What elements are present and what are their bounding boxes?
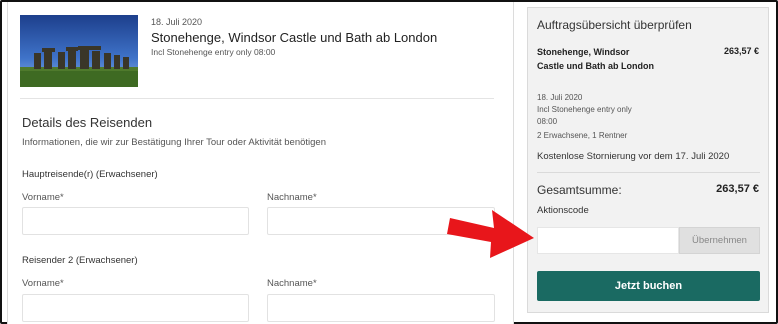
divider: [537, 172, 760, 173]
total-value: 263,57 €: [716, 183, 759, 195]
traveler-1-first-name-label: Vorname*: [22, 192, 64, 203]
total-label: Gesamtsumme:: [537, 183, 622, 197]
traveler-details-title: Details des Reisenden: [22, 115, 153, 130]
traveler-1-last-name-label: Nachname*: [267, 192, 317, 203]
order-summary-heading: Auftragsübersicht überprüfen: [537, 18, 692, 32]
promo-code-input[interactable]: [537, 227, 679, 254]
red-arrow-annotation-icon: [444, 200, 536, 271]
traveler-details-description: Informationen, die wir zur Bestätigung I…: [22, 137, 326, 148]
summary-date: 18. Juli 2020: [537, 93, 583, 102]
tour-thumbnail: [20, 15, 138, 87]
apply-promo-button[interactable]: Übernehmen: [679, 227, 760, 254]
traveler-2-first-name-label: Vorname*: [22, 278, 64, 289]
traveler-2-label: Reisender 2 (Erwachsener): [22, 255, 138, 266]
summary-cancellation: Kostenlose Stornierung vor dem 17. Juli …: [537, 151, 730, 162]
summary-option-line-1: Incl Stonehenge entry only: [537, 105, 632, 114]
summary-participants: 2 Erwachsene, 1 Rentner: [537, 131, 628, 140]
traveler-2-first-name-input[interactable]: [22, 294, 249, 322]
traveler-1-first-name-input[interactable]: [22, 207, 249, 235]
book-now-button[interactable]: Jetzt buchen: [537, 271, 760, 301]
traveler-2-last-name-label: Nachname*: [267, 278, 317, 289]
summary-option-line-2: 08:00: [537, 117, 558, 126]
divider: [20, 98, 494, 99]
traveler-1-label: Hauptreisende(r) (Erwachsener): [22, 169, 158, 180]
promo-code-label: Aktionscode: [537, 205, 589, 216]
tour-details-card: 18. Juli 2020 Stonehenge, Windsor Castle…: [7, 2, 514, 324]
summary-tour-price: 263,57 €: [723, 46, 759, 56]
tour-option: Incl Stonehenge entry only 08:00: [151, 47, 276, 57]
tour-title[interactable]: Stonehenge, Windsor Castle und Bath ab L…: [151, 30, 437, 45]
tour-date: 18. Juli 2020: [151, 17, 203, 27]
traveler-2-last-name-input[interactable]: [267, 294, 495, 322]
summary-tour-title: Stonehenge, Windsor Castle und Bath ab L…: [537, 47, 654, 71]
order-summary-panel: Auftragsübersicht überprüfen Stonehenge,…: [527, 7, 769, 313]
